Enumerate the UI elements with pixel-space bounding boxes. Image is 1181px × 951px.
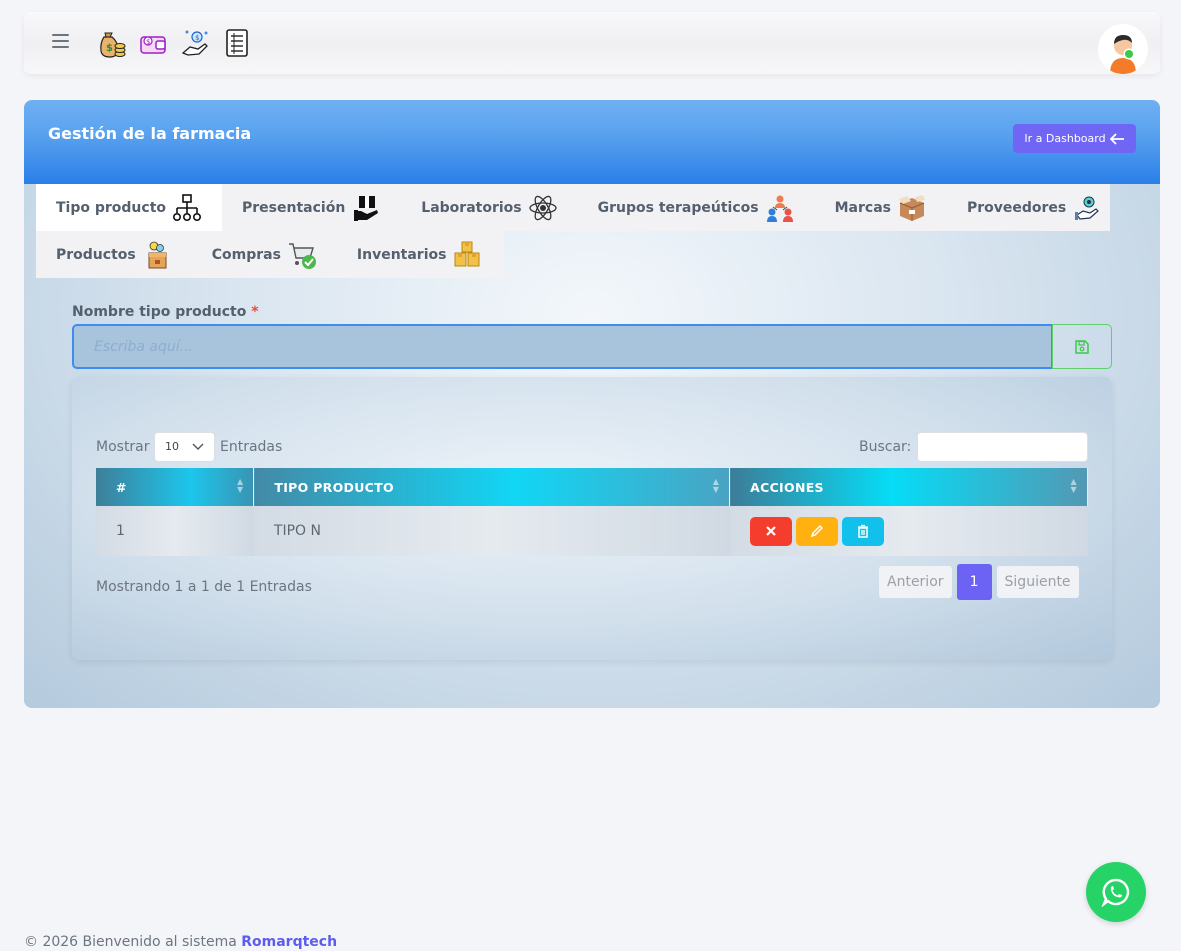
search-input[interactable]	[917, 432, 1088, 462]
show-label: Mostrar	[96, 439, 150, 455]
tab-label: Compras	[211, 246, 281, 263]
supplier-hand-icon	[1075, 196, 1100, 220]
tab-laboratorios[interactable]: Laboratorios	[401, 184, 577, 231]
trash-icon	[857, 524, 868, 538]
sort-icon: ▲ ▼	[712, 477, 720, 494]
input-group	[72, 324, 1112, 369]
column-header-acciones[interactable]: ACCIONES ▲ ▼	[729, 468, 1088, 506]
column-header-label: ACCIONES	[750, 479, 824, 495]
money-bag-icon[interactable]: $	[96, 27, 126, 59]
prev-page-button[interactable]: Anterior	[879, 566, 952, 598]
tab-inventarios[interactable]: Inventarios	[337, 231, 503, 278]
top-shortcuts: $ $ $	[96, 27, 252, 59]
cart-check-icon	[288, 242, 316, 269]
svg-text:$: $	[106, 43, 113, 54]
user-avatar[interactable]	[1098, 24, 1148, 74]
tab-label: Inventarios	[356, 246, 447, 263]
footer: © 2026 Bienvenido al sistema Romarqtech	[24, 934, 337, 950]
column-header-num[interactable]: # ▲ ▼	[96, 468, 255, 506]
field-label: Nombre tipo producto *	[72, 304, 259, 320]
field-label-text: Nombre tipo producto	[72, 304, 247, 320]
sort-icon: ▲ ▼	[236, 477, 244, 494]
save-button[interactable]	[1052, 324, 1112, 369]
tab-label: Grupos terapeúticos	[597, 199, 759, 216]
receipt-icon[interactable]	[222, 27, 252, 59]
boxes-icon	[454, 241, 480, 266]
close-icon	[765, 526, 776, 536]
required-mark: *	[251, 304, 259, 320]
floppy-disk-icon	[1075, 339, 1089, 354]
column-header-label: TIPO PRODUCTO	[274, 479, 394, 495]
cell-num: 1	[96, 506, 254, 556]
whatsapp-icon	[1101, 878, 1130, 907]
tab-label: Tipo producto	[56, 199, 167, 216]
payment-hand-icon[interactable]: $	[180, 27, 210, 59]
pencil-icon	[810, 524, 823, 538]
column-header-label: #	[116, 479, 127, 495]
page-size-select[interactable]: 10	[154, 432, 215, 462]
tab-label: Presentación	[242, 199, 346, 216]
box-hand-icon	[354, 195, 379, 221]
hierarchy-icon	[173, 193, 202, 221]
brand-box-icon	[898, 194, 925, 221]
card-header: Gestión de la farmacia Ir a Dashboard	[24, 100, 1160, 184]
tipo-producto-table: # ▲ ▼ TIPO PRODUCTO ▲ ▼ ACCIONES ▲ ▼ 1 T…	[96, 468, 1088, 556]
cell-actions	[729, 506, 1088, 556]
pagination: Anterior 1 Siguiente	[879, 564, 1079, 600]
svg-text:$: $	[195, 34, 199, 42]
hamburger-menu-icon[interactable]	[52, 34, 69, 48]
products-icon	[148, 241, 167, 268]
arrow-left-icon	[1109, 132, 1124, 145]
column-header-tipo[interactable]: TIPO PRODUCTO ▲ ▼	[253, 468, 731, 506]
tab-label: Marcas	[834, 199, 891, 216]
entries-label: Entradas	[220, 439, 283, 455]
tipo-producto-input[interactable]	[72, 324, 1053, 369]
cell-tipo: TIPO N	[253, 506, 730, 556]
atom-icon	[528, 195, 557, 220]
top-navbar: $ $ $	[24, 12, 1160, 74]
tab-grupos-terapeuticos[interactable]: Grupos terapeúticos	[578, 184, 815, 231]
tab-bar: Tipo producto Presentación Laboratorios …	[36, 184, 1110, 278]
deactivate-button[interactable]	[749, 516, 792, 546]
page-1-button[interactable]: 1	[956, 564, 992, 600]
page-title: Gestión de la farmacia	[48, 124, 252, 143]
whatsapp-button[interactable]	[1086, 862, 1146, 922]
go-dashboard-label: Ir a Dashboard	[1024, 132, 1106, 145]
sort-icon: ▲ ▼	[1070, 477, 1077, 494]
tab-marcas[interactable]: Marcas	[815, 184, 947, 231]
search-label: Buscar:	[859, 439, 912, 455]
next-page-button[interactable]: Siguiente	[996, 566, 1079, 598]
tab-label: Proveedores	[966, 199, 1067, 216]
footer-text: © 2026 Bienvenido al sistema	[24, 934, 237, 950]
tab-label: Productos	[56, 246, 136, 263]
pharmacy-card: Gestión de la farmacia Ir a Dashboard Ti…	[24, 100, 1160, 708]
edit-button[interactable]	[795, 516, 838, 546]
group-icon	[766, 195, 793, 222]
tab-compras[interactable]: Compras	[192, 231, 337, 278]
user-avatar-icon	[1110, 35, 1136, 74]
go-dashboard-button[interactable]: Ir a Dashboard	[1013, 124, 1136, 153]
tab-proveedores[interactable]: Proveedores	[947, 184, 1122, 231]
table-row: 1 TIPO N	[96, 506, 1088, 556]
table-panel: Mostrar 10 Entradas Buscar: # ▲ ▼ TIPO PR…	[72, 377, 1112, 660]
svg-text:$: $	[146, 38, 150, 46]
delete-button[interactable]	[841, 516, 884, 546]
tab-tipo-producto[interactable]: Tipo producto	[36, 184, 223, 231]
wallet-icon[interactable]: $	[138, 27, 168, 59]
page-size-value: 10	[165, 440, 179, 453]
chevron-down-icon	[192, 433, 204, 471]
table-info: Mostrando 1 a 1 de 1 Entradas	[96, 579, 312, 595]
tab-label: Laboratorios	[421, 199, 522, 216]
footer-brand-link[interactable]: Romarqtech	[241, 934, 337, 950]
tab-presentacion[interactable]: Presentación	[222, 184, 401, 231]
tab-productos[interactable]: Productos	[36, 231, 192, 278]
